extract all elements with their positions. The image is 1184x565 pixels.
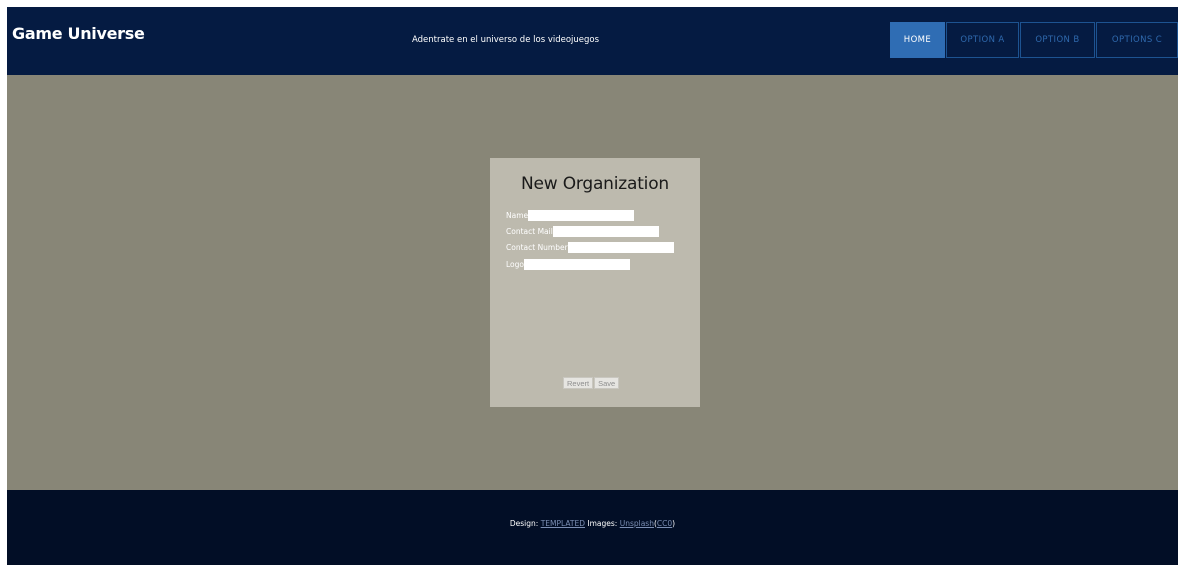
site-tagline: Adentrate en el universo de los videojue… — [412, 35, 600, 45]
form-title: New Organization — [521, 174, 669, 194]
name-label: Name — [506, 210, 529, 220]
page-frame: Game Universe Adentrate en el universo d… — [7, 7, 1178, 565]
contact-mail-row: Contact Mail — [506, 225, 659, 237]
logo-label: Logo — [506, 259, 524, 269]
contact-mail-input[interactable] — [552, 225, 659, 237]
contact-number-row: Contact Number — [506, 241, 674, 253]
form-actions: Revert Save — [563, 377, 620, 389]
contact-number-input[interactable] — [567, 241, 674, 253]
license-close: ) — [672, 519, 676, 528]
nav-home[interactable]: HOME — [890, 22, 945, 58]
contact-mail-label: Contact Mail — [506, 226, 553, 236]
design-prefix: Design: — [509, 519, 539, 528]
footer-credits: Design: TEMPLATED Images: Unsplash(CC0) — [7, 519, 1178, 528]
images-prefix: Images: — [587, 519, 618, 528]
name-row: Name — [506, 209, 635, 221]
name-input[interactable] — [528, 209, 635, 221]
logo-row: Logo — [506, 258, 630, 270]
save-button[interactable]: Save — [594, 377, 620, 389]
nav-option-b[interactable]: OPTION B — [1020, 22, 1095, 58]
nav-options-c[interactable]: OPTIONS C — [1096, 22, 1178, 58]
site-brand[interactable]: Game Universe — [12, 24, 145, 43]
unsplash-link[interactable]: Unsplash — [620, 519, 654, 528]
header: Game Universe Adentrate en el universo d… — [7, 7, 1178, 75]
footer: Design: TEMPLATED Images: Unsplash(CC0) — [7, 490, 1178, 565]
cc0-link[interactable]: CC0 — [657, 519, 672, 528]
nav-option-a[interactable]: OPTION A — [946, 22, 1019, 58]
new-organization-form: New Organization Name Contact Mail Conta… — [490, 158, 700, 407]
contact-number-label: Contact Number — [506, 242, 568, 252]
revert-button[interactable]: Revert — [563, 377, 594, 389]
templated-link[interactable]: TEMPLATED — [541, 519, 585, 528]
logo-input[interactable] — [524, 258, 630, 270]
